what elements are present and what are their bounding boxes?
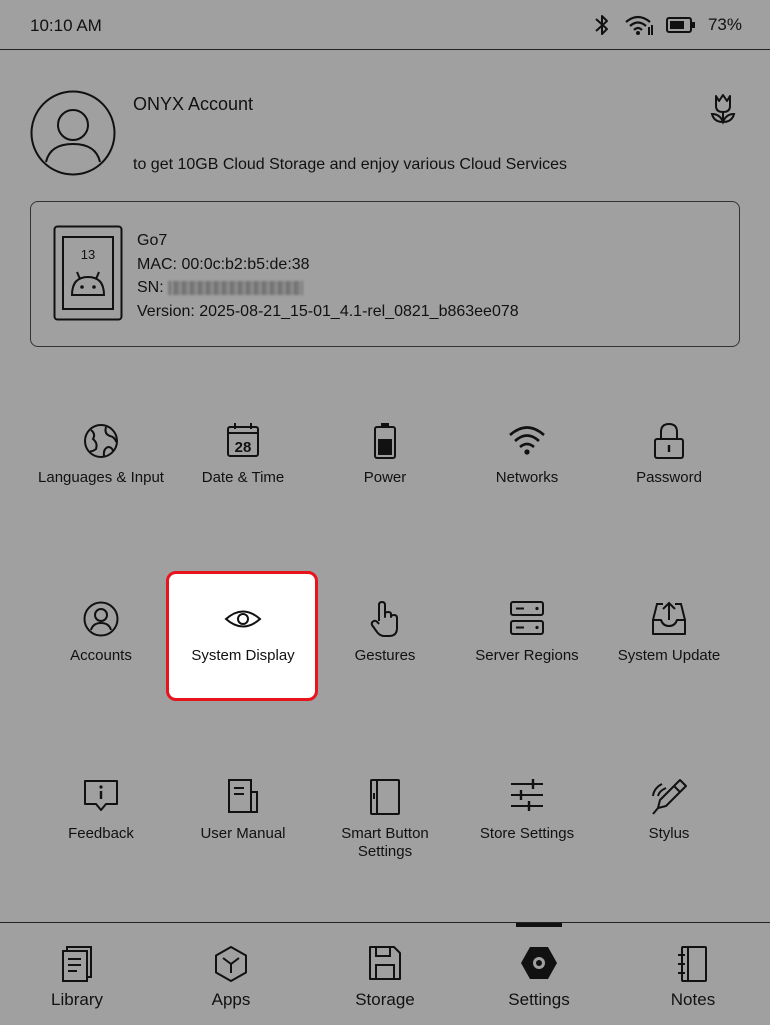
library-icon [62,946,92,982]
setting-user-manual[interactable]: User Manual [172,778,314,898]
sliders-icon [511,779,543,811]
setting-label-line1: Smart Button [341,825,429,842]
device-name: Go7 [137,232,168,249]
setting-label: Store Settings [479,825,575,842]
setting-label: Stylus [648,825,690,842]
device-details: Go7 MAC: 00:0c:b2:b5:de:38 SN: Version: … [137,229,519,323]
status-time: 10:10 AM [30,16,102,35]
setting-feedback[interactable]: Feedback [30,778,172,898]
hand-pointer-icon [370,601,398,637]
bottom-nav: Library Apps Storage Settings Notes [0,922,770,1024]
device-sn: SN: [137,276,519,300]
nav-label: Library [51,990,103,1009]
nav-label: Settings [508,990,570,1009]
setting-label: System Update [617,647,721,664]
calendar-day: 28 [235,439,252,456]
setting-label: System Display [191,647,295,664]
nav-library[interactable]: Library [17,923,137,1025]
setting-smart-button[interactable]: Smart Button Settings [314,778,456,898]
calendar-icon: 28 [227,423,259,457]
battery-status-icon [665,17,695,33]
setting-accounts[interactable]: Accounts [30,600,172,720]
battery-icon [374,423,396,459]
account-subtitle: to get 10GB Cloud Storage and enjoy vari… [133,156,568,173]
setting-label: Power [363,469,407,486]
manual-icon [228,779,258,813]
setting-system-update[interactable]: System Update [598,600,740,720]
person-icon [83,601,119,637]
smart-button-icon [370,779,400,815]
device-version: Version: 2025-08-21_15-01_4.1-rel_0821_b… [137,302,519,320]
setting-password[interactable]: Password [598,422,740,542]
settings-hex-icon [521,947,557,979]
setting-languages-input[interactable]: Languages & Input [30,422,172,542]
account-title: ONYX Account [133,94,254,114]
setting-label: Networks [495,469,559,486]
save-icon [369,946,401,980]
nav-storage[interactable]: Storage [325,923,445,1025]
setting-label: Gestures [354,647,416,664]
avatar[interactable] [30,90,116,176]
setting-label: Server Regions [475,647,579,664]
nav-notes[interactable]: Notes [633,923,753,1025]
status-bar: 10:10 AM 73% [0,0,770,50]
globe-icon [84,424,118,458]
nav-settings[interactable]: Settings [479,923,599,1025]
upload-tray-icon [652,601,686,635]
status-icons: 73% [592,12,742,38]
bluetooth-icon [595,15,608,35]
setting-label: Languages & Input [38,469,164,486]
setting-date-time[interactable]: 28 Date & Time [172,422,314,542]
setting-power[interactable]: Power [314,422,456,542]
setting-gestures[interactable]: Gestures [314,600,456,720]
setting-system-display[interactable]: System Display [172,600,314,720]
sn-label: SN: [137,279,164,296]
active-tab-indicator [516,923,562,927]
server-icon [510,601,544,635]
nav-label: Storage [355,990,415,1009]
nav-apps[interactable]: Apps [171,923,291,1025]
nav-label: Notes [670,990,716,1009]
stylus-icon [652,779,687,815]
eye-icon [224,610,262,628]
device-icon: 13 [53,225,123,321]
battery-percent: 73% [707,15,742,34]
setting-label: Password [636,469,702,486]
device-info-card[interactable]: 13 Go7 MAC: 00:0c:b2:b5:de:38 SN: Versio… [30,201,740,347]
sn-redacted [167,280,303,295]
setting-networks[interactable]: Networks [456,422,598,542]
setting-stylus[interactable]: Stylus [598,778,740,898]
setting-label-line2: Settings [357,843,413,860]
onyx-account-section[interactable]: ONYX Account to get 10GB Cloud Storage a… [30,90,740,180]
setting-label: Accounts [70,647,132,664]
android-version: 13 [81,247,95,262]
flower-icon[interactable] [708,92,738,126]
setting-label: User Manual [200,825,286,842]
setting-store-settings[interactable]: Store Settings [456,778,598,898]
setting-server-regions[interactable]: Server Regions [456,600,598,720]
lock-icon [654,422,684,459]
notebook-icon [678,946,707,982]
setting-label: Feedback [68,825,134,842]
apps-icon [215,946,247,982]
wifi-icon [509,426,545,455]
nav-label: Apps [211,990,251,1009]
setting-label: Date & Time [201,469,285,486]
device-mac: MAC: 00:0c:b2:b5:de:38 [137,255,310,273]
feedback-icon [84,780,118,811]
setting-label: Smart Button Settings [314,825,456,861]
wifi-status-icon [625,15,653,35]
